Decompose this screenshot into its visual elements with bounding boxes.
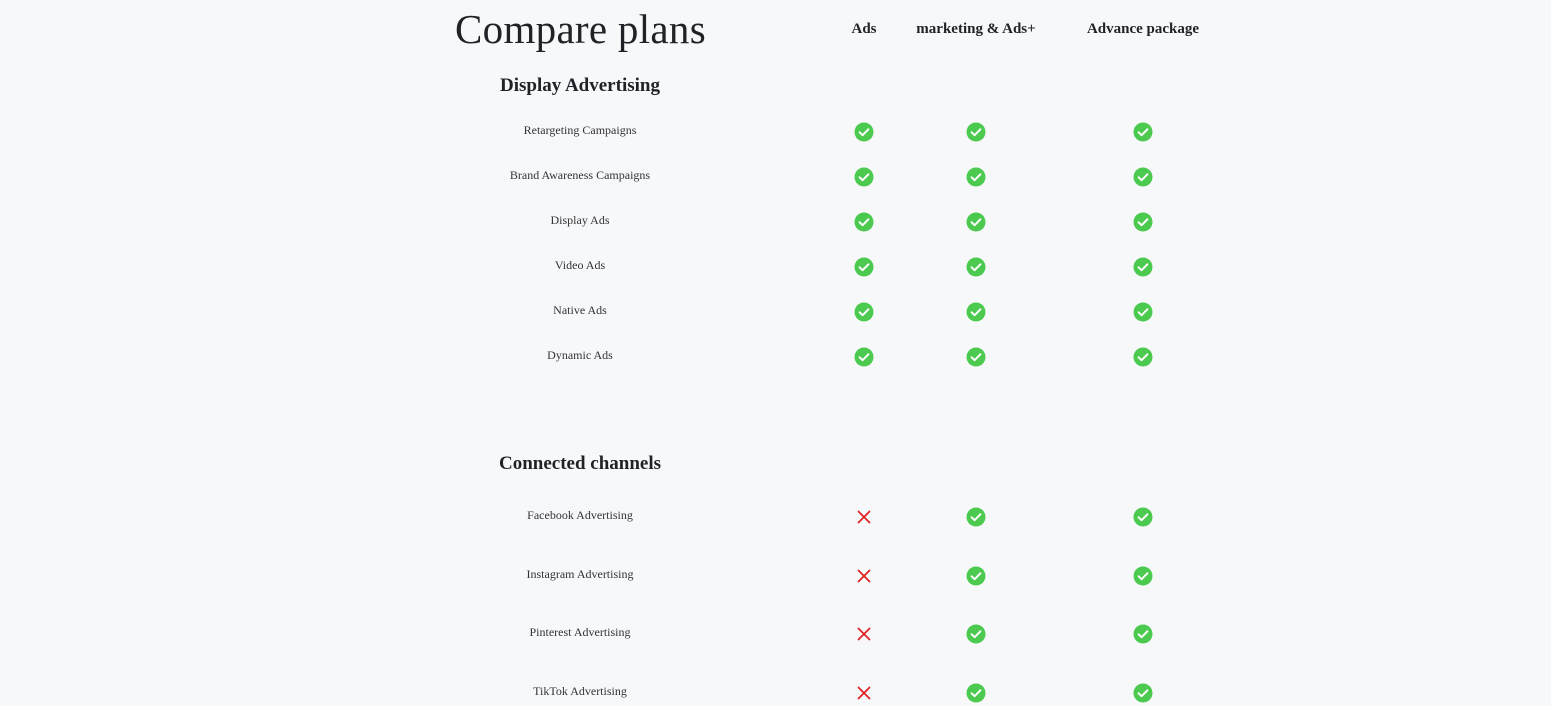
feature-row: Instagram Advertising (0, 564, 1551, 588)
check-circle-icon (852, 300, 876, 324)
feature-row: Video Ads (0, 255, 1551, 279)
check-circle-icon (852, 120, 876, 144)
feature-row: Dynamic Ads (0, 345, 1551, 369)
check-circle-icon (1131, 255, 1155, 279)
check-circle-icon (852, 210, 876, 234)
check-circle-icon (964, 255, 988, 279)
check-circle-icon (964, 681, 988, 705)
plan-header-ads: Ads (851, 21, 877, 37)
check-circle-icon (852, 165, 876, 189)
check-circle-icon (1131, 622, 1155, 646)
feature-row: Native Ads (0, 300, 1551, 324)
feature-row: Pinterest Advertising (0, 622, 1551, 646)
cross-icon (852, 505, 876, 529)
feature-label: Video Ads (554, 258, 606, 272)
feature-label: TikTok Advertising (533, 684, 627, 699)
cross-icon (852, 622, 876, 646)
feature-row: Brand Awareness Campaigns (0, 165, 1551, 189)
check-circle-icon (852, 255, 876, 279)
check-circle-icon (1131, 564, 1155, 588)
check-circle-icon (964, 210, 988, 234)
check-circle-icon (852, 345, 876, 369)
page-title: Compare plans (455, 6, 706, 52)
feature-label: Brand Awareness Campaigns (509, 168, 651, 182)
check-circle-icon (964, 505, 988, 529)
feature-label: Instagram Advertising (526, 566, 634, 581)
compare-plans-page: Compare plans Ads marketing & Ads+ Advan… (0, 0, 1551, 706)
check-circle-icon (964, 564, 988, 588)
plan-header-marketing-ads-plus: marketing & Ads+ (916, 21, 1036, 37)
check-circle-icon (1131, 120, 1155, 144)
check-circle-icon (1131, 345, 1155, 369)
check-circle-icon (1131, 505, 1155, 529)
feature-row: TikTok Advertising (0, 681, 1551, 705)
check-circle-icon (1131, 300, 1155, 324)
feature-label: Display Ads (550, 213, 610, 227)
check-circle-icon (1131, 210, 1155, 234)
check-circle-icon (1131, 165, 1155, 189)
feature-label: Retargeting Campaigns (523, 123, 637, 137)
plan-header-advance-package: Advance package (1086, 21, 1200, 37)
check-circle-icon (964, 165, 988, 189)
section-title-display-advertising: Display Advertising (500, 75, 660, 96)
feature-label: Pinterest Advertising (529, 625, 631, 640)
feature-label: Native Ads (553, 303, 607, 317)
check-circle-icon (964, 622, 988, 646)
feature-label: Dynamic Ads (547, 348, 613, 362)
feature-row: Display Ads (0, 210, 1551, 234)
check-circle-icon (964, 345, 988, 369)
feature-row: Facebook Advertising (0, 505, 1551, 529)
feature-row: Retargeting Campaigns (0, 120, 1551, 144)
check-circle-icon (964, 300, 988, 324)
cross-icon (852, 681, 876, 705)
cross-icon (852, 564, 876, 588)
check-circle-icon (964, 120, 988, 144)
section-title-connected-channels: Connected channels (498, 453, 662, 474)
check-circle-icon (1131, 681, 1155, 705)
feature-label: Facebook Advertising (527, 508, 633, 522)
